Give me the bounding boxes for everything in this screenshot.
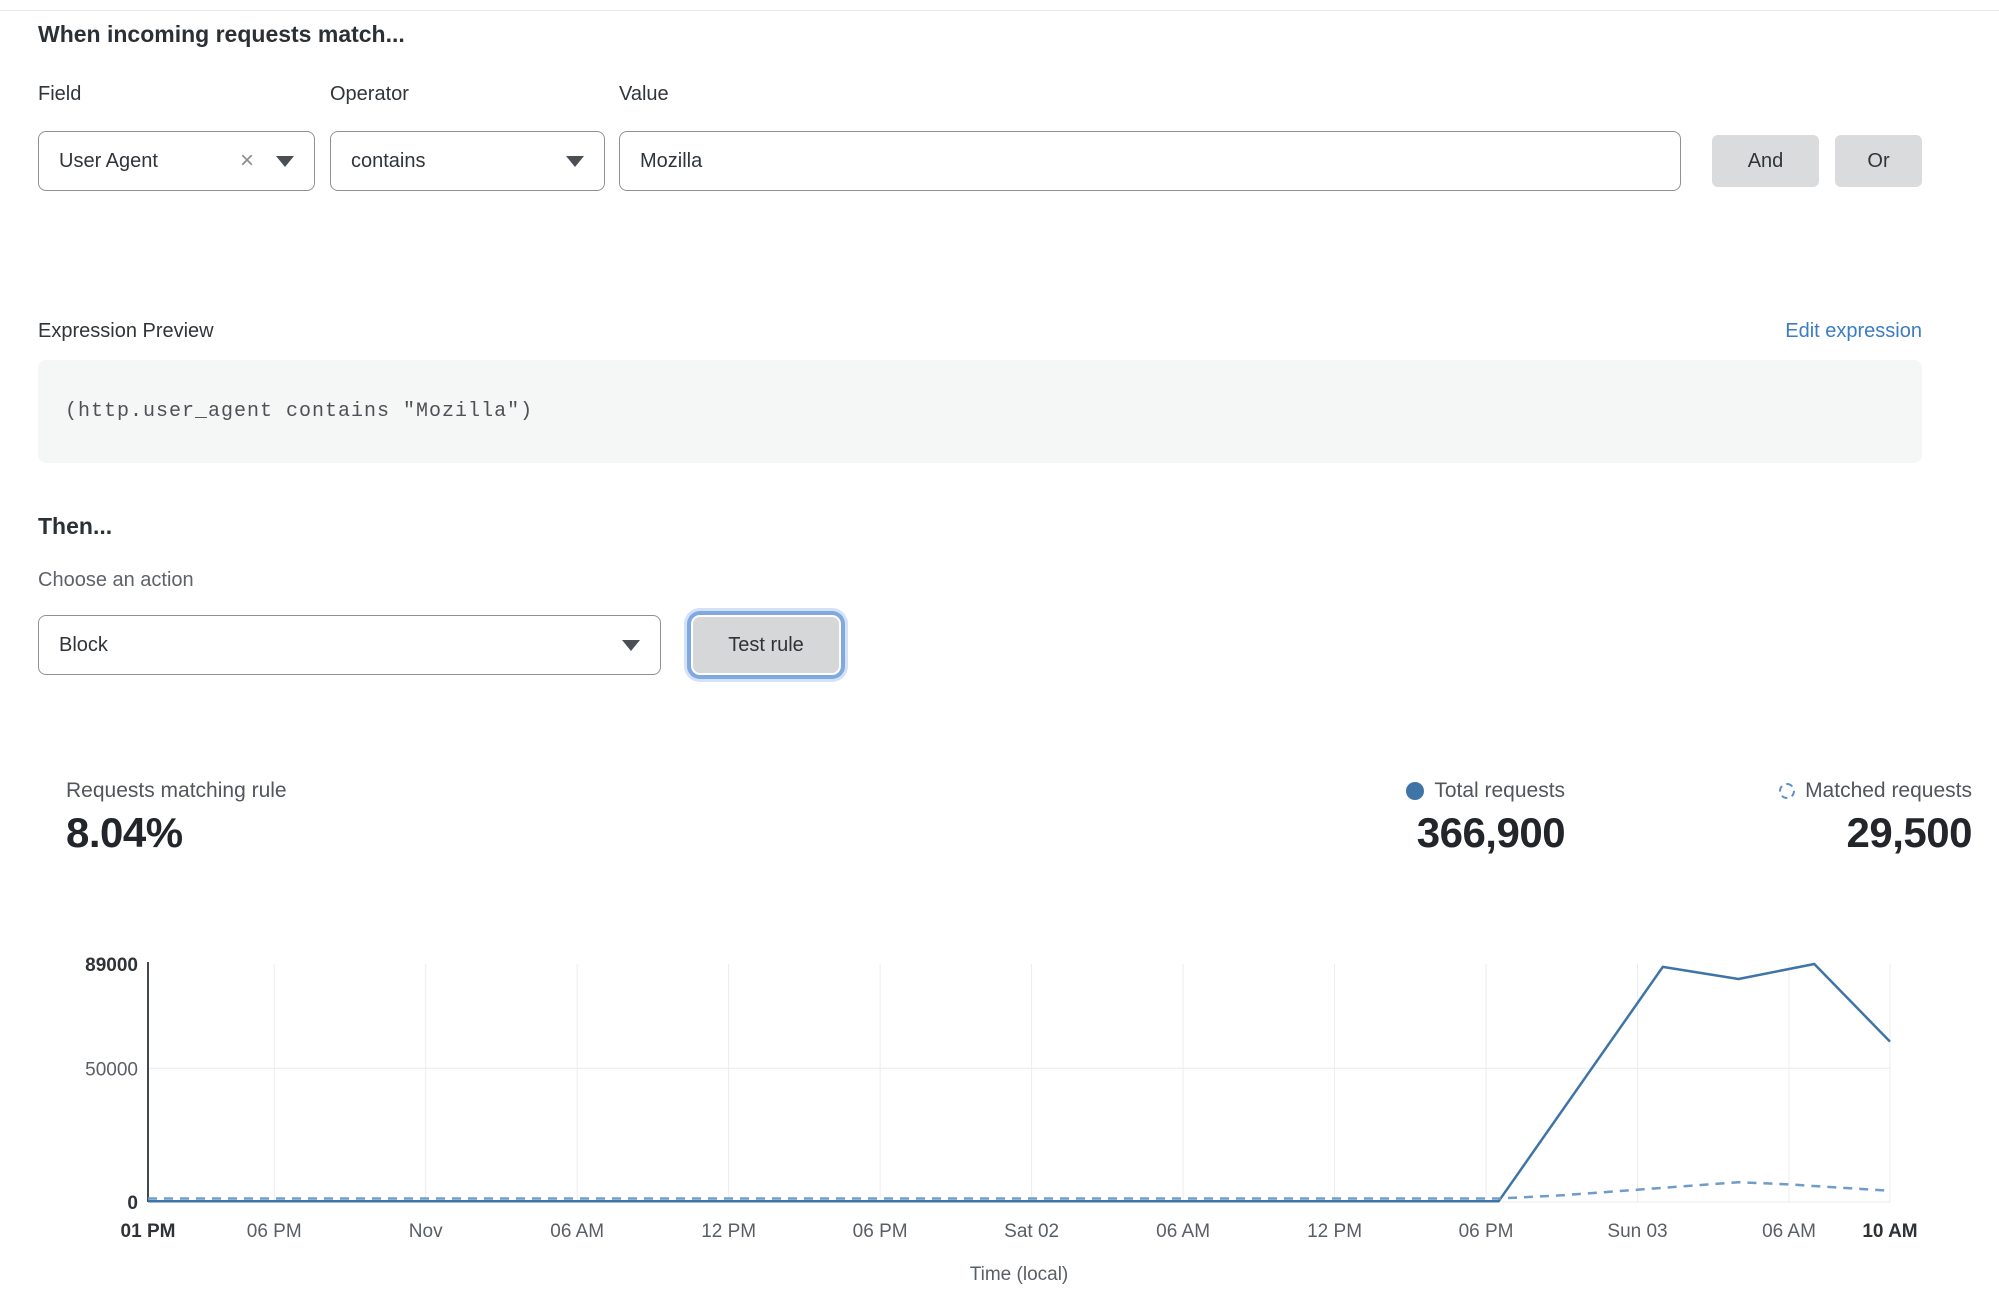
matching-rule-stat: Requests matching rule 8.04% bbox=[66, 778, 287, 858]
stats-row: Requests matching rule 8.04% Total reque… bbox=[38, 778, 1922, 858]
svg-text:06 AM: 06 AM bbox=[1156, 1221, 1210, 1242]
action-select[interactable]: Block bbox=[38, 615, 661, 675]
operator-label: Operator bbox=[330, 82, 619, 106]
value-input[interactable] bbox=[619, 131, 1681, 191]
and-button[interactable]: And bbox=[1712, 135, 1819, 187]
expression-code: (http.user_agent contains "Mozilla") bbox=[65, 400, 533, 423]
svg-text:0: 0 bbox=[127, 1193, 138, 1214]
action-select-value: Block bbox=[59, 634, 622, 657]
total-requests-value: 366,900 bbox=[1417, 808, 1565, 858]
clear-field-icon[interactable]: × bbox=[240, 149, 254, 173]
svg-text:06 PM: 06 PM bbox=[247, 1221, 302, 1242]
matched-requests-circle-icon bbox=[1779, 783, 1795, 799]
matched-requests-stat: Matched requests 29,500 bbox=[1779, 778, 1972, 858]
svg-text:Time (local): Time (local) bbox=[970, 1264, 1069, 1285]
field-labels-row: Field Operator Value bbox=[38, 82, 1922, 106]
chevron-down-icon bbox=[622, 640, 640, 651]
test-rule-button[interactable]: Test rule bbox=[693, 617, 839, 673]
total-requests-label: Total requests bbox=[1434, 778, 1565, 804]
expression-header: Expression Preview Edit expression bbox=[38, 318, 1922, 344]
matching-rule-label: Requests matching rule bbox=[66, 778, 287, 804]
svg-text:12 PM: 12 PM bbox=[1307, 1221, 1362, 1242]
svg-text:Sat 02: Sat 02 bbox=[1004, 1221, 1059, 1242]
rule-builder: When incoming requests match... Field Op… bbox=[0, 0, 1999, 858]
field-select[interactable]: User Agent × bbox=[38, 131, 315, 191]
operator-select-value: contains bbox=[351, 150, 566, 173]
matching-rule-value: 8.04% bbox=[66, 808, 287, 858]
svg-text:10 AM: 10 AM bbox=[1862, 1221, 1917, 1242]
matched-requests-label: Matched requests bbox=[1805, 778, 1972, 804]
operator-select[interactable]: contains bbox=[330, 131, 605, 191]
requests-chart-container: 89000 50000 0 01 PM 06 PM Nov 06 AM 12 PM 06 PM S… bbox=[30, 952, 1999, 1295]
or-button[interactable]: Or bbox=[1835, 135, 1922, 187]
svg-text:Nov: Nov bbox=[409, 1221, 443, 1242]
svg-text:06 PM: 06 PM bbox=[853, 1221, 908, 1242]
choose-action-label: Choose an action bbox=[38, 568, 1922, 592]
svg-text:12 PM: 12 PM bbox=[701, 1221, 756, 1242]
field-select-value: User Agent bbox=[59, 150, 240, 173]
requests-chart: 89000 50000 0 01 PM 06 PM Nov 06 AM 12 PM 06 PM S… bbox=[30, 952, 1925, 1295]
total-requests-stat: Total requests 366,900 bbox=[1406, 778, 1565, 858]
expression-preview-box: (http.user_agent contains "Mozilla") bbox=[38, 360, 1922, 463]
svg-text:01 PM: 01 PM bbox=[121, 1221, 176, 1242]
field-label: Field bbox=[38, 82, 330, 106]
chevron-down-icon bbox=[276, 156, 294, 167]
total-requests-dot-icon bbox=[1406, 782, 1424, 800]
then-heading: Then... bbox=[38, 512, 1922, 540]
svg-text:06 PM: 06 PM bbox=[1459, 1221, 1514, 1242]
svg-text:50000: 50000 bbox=[85, 1059, 138, 1080]
expression-preview-label: Expression Preview bbox=[38, 318, 214, 344]
matched-requests-value: 29,500 bbox=[1847, 808, 1972, 858]
action-row: Block Test rule bbox=[38, 615, 1922, 675]
svg-text:Sun 03: Sun 03 bbox=[1607, 1221, 1667, 1242]
value-label: Value bbox=[619, 82, 1922, 106]
svg-text:89000: 89000 bbox=[85, 955, 138, 976]
chevron-down-icon bbox=[566, 156, 584, 167]
svg-text:06 AM: 06 AM bbox=[550, 1221, 604, 1242]
edit-expression-link[interactable]: Edit expression bbox=[1785, 320, 1922, 343]
match-heading: When incoming requests match... bbox=[38, 20, 1922, 48]
condition-row: User Agent × contains And Or bbox=[38, 131, 1922, 191]
svg-text:06 AM: 06 AM bbox=[1762, 1221, 1816, 1242]
